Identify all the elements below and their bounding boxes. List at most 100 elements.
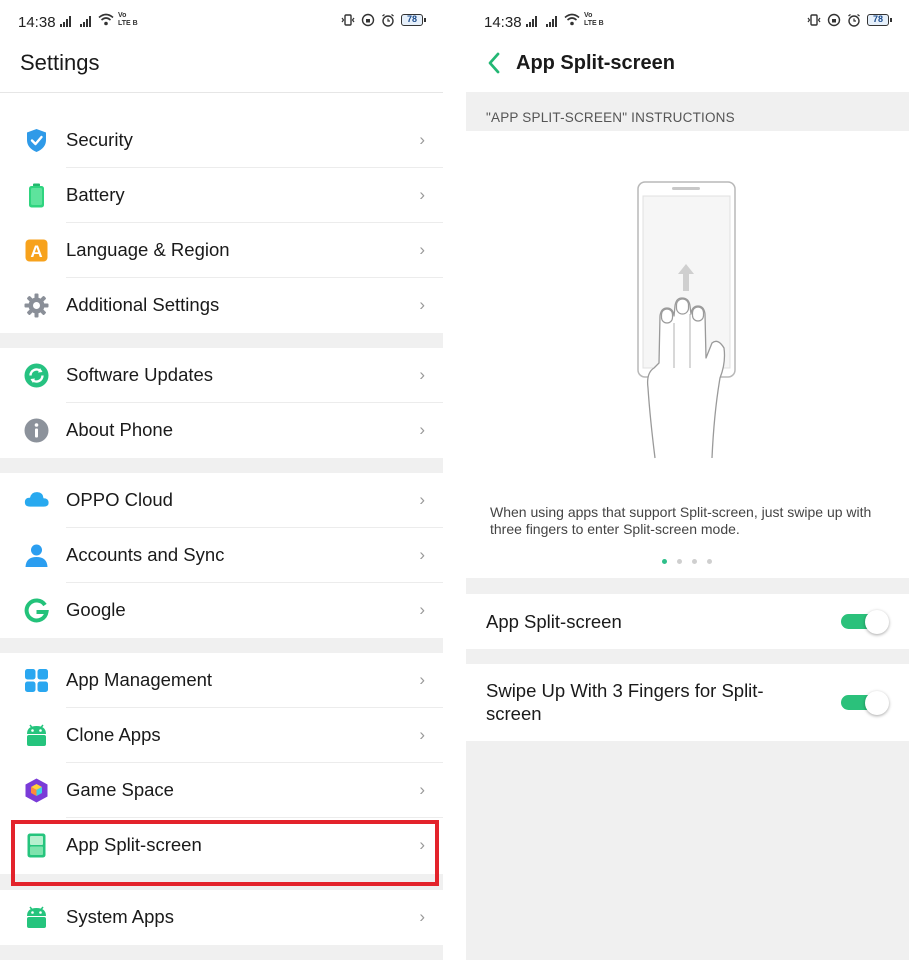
signal-icon	[60, 16, 71, 27]
three-finger-swipe-toggle[interactable]	[841, 691, 889, 715]
group-divider	[0, 333, 443, 348]
settings-item-accounts-sync[interactable]: Accounts and Sync ›	[0, 528, 443, 583]
settings-item-label: About Phone	[66, 419, 173, 440]
status-time: 14:38	[18, 14, 56, 31]
lock-rotation-icon	[827, 13, 841, 27]
back-arrow-icon[interactable]	[484, 50, 506, 76]
group-divider	[0, 638, 443, 653]
info-icon	[24, 418, 49, 443]
vibrate-icon	[341, 14, 355, 26]
chevron-right-icon: ›	[419, 185, 425, 204]
android-icon	[27, 724, 46, 746]
section-label: "APP SPLIT-SCREEN" INSTRUCTIONS	[486, 110, 735, 125]
shield-icon	[27, 129, 46, 152]
settings-item-app-management[interactable]: App Management ›	[0, 653, 443, 708]
toggle-knob	[865, 691, 889, 715]
settings-item-label: Clone Apps	[66, 724, 161, 745]
status-icons-right: 78	[341, 13, 426, 27]
cloud-icon	[24, 492, 49, 507]
group-divider	[0, 945, 443, 960]
update-icon	[24, 363, 49, 388]
chevron-right-icon: ›	[419, 907, 425, 926]
status-bar: 14:38 Vo LTE B 78	[0, 0, 443, 44]
person-icon	[25, 544, 48, 567]
settings-item-label: System Apps	[66, 906, 174, 927]
chevron-right-icon: ›	[419, 490, 425, 509]
alarm-icon	[382, 13, 394, 27]
settings-item-label: OPPO Cloud	[66, 489, 173, 510]
android-icon	[27, 906, 46, 928]
page-dot-4[interactable]	[707, 559, 712, 564]
settings-item-clone-apps[interactable]: Clone Apps ›	[0, 708, 443, 763]
settings-item-label: Game Space	[66, 779, 174, 800]
vibrate-icon	[807, 14, 821, 26]
signal-icon-2	[80, 16, 91, 27]
game-icon	[25, 778, 48, 803]
settings-item-security[interactable]: Security ›	[0, 113, 443, 168]
chevron-right-icon: ›	[419, 780, 425, 799]
svg-text:A: A	[30, 242, 42, 261]
settings-item-label: Additional Settings	[66, 294, 220, 315]
grid-icon	[25, 669, 48, 692]
settings-item-label: Accounts and Sync	[66, 544, 225, 565]
page-title: Settings	[20, 50, 100, 75]
status-time: 14:38	[484, 14, 522, 31]
chevron-right-icon: ›	[419, 295, 425, 314]
page-indicator	[662, 559, 712, 564]
settings-item-google[interactable]: Google ›	[0, 583, 443, 638]
page-dot-3[interactable]	[692, 559, 697, 564]
page-dot-2[interactable]	[677, 559, 682, 564]
toggle-knob	[865, 610, 889, 634]
settings-item-language-region[interactable]: A Language & Region ›	[0, 223, 443, 278]
settings-item-label: Battery	[66, 184, 125, 205]
group-divider	[466, 578, 909, 594]
setting-label: App Split-screen	[486, 611, 622, 632]
group-divider	[466, 649, 909, 664]
battery-icon	[29, 183, 44, 208]
battery-indicator: 78	[401, 14, 426, 26]
settings-item-game-space[interactable]: Game Space ›	[0, 763, 443, 818]
battery-indicator: 78	[867, 14, 892, 26]
settings-item-system-apps[interactable]: System Apps ›	[0, 890, 443, 945]
settings-item-additional-settings[interactable]: Additional Settings ›	[0, 278, 443, 333]
chevron-right-icon: ›	[419, 420, 425, 439]
settings-item-label: Software Updates	[66, 364, 214, 385]
app-split-screen-toggle[interactable]	[841, 610, 889, 634]
volte-indicator: Vo LTE B	[584, 12, 604, 27]
chevron-right-icon: ›	[419, 545, 425, 564]
google-icon	[24, 598, 49, 623]
chevron-right-icon: ›	[419, 670, 425, 689]
settings-item-label: Google	[66, 599, 126, 620]
settings-item-label: Security	[66, 129, 133, 150]
wifi-icon	[98, 13, 114, 29]
page-title: App Split-screen	[516, 52, 675, 74]
language-icon: A	[25, 239, 48, 262]
settings-item-oppo-cloud[interactable]: OPPO Cloud ›	[0, 473, 443, 528]
settings-item-software-updates[interactable]: Software Updates ›	[0, 348, 443, 403]
status-bar: 14:38 Vo LTE B 78	[466, 0, 909, 44]
alarm-icon	[848, 13, 860, 27]
chevron-right-icon: ›	[419, 725, 425, 744]
settings-item-label: App Management	[66, 669, 213, 690]
chevron-right-icon: ›	[419, 130, 425, 149]
setting-row-three-finger-swipe[interactable]: Swipe Up With 3 Fingers for Split-screen	[466, 664, 909, 741]
empty-background	[466, 741, 909, 960]
status-icons-right: 78	[807, 13, 892, 27]
settings-item-label: Language & Region	[66, 239, 230, 260]
highlight-box	[11, 820, 439, 886]
chevron-right-icon: ›	[419, 240, 425, 259]
settings-item-about-phone[interactable]: About Phone ›	[0, 403, 443, 458]
wifi-icon	[564, 13, 580, 29]
chevron-right-icon: ›	[419, 600, 425, 619]
three-finger-swipe-illustration	[637, 181, 736, 459]
setting-label: Swipe Up With 3 Fingers for Split-screen	[486, 680, 764, 724]
setting-row-app-split-screen[interactable]: App Split-screen	[466, 594, 909, 649]
section-header: "APP SPLIT-SCREEN" INSTRUCTIONS	[466, 92, 909, 131]
lock-rotation-icon	[361, 13, 375, 27]
page-dot-1[interactable]	[662, 559, 667, 564]
signal-icon	[526, 16, 537, 27]
app-split-screen-screen: 14:38 Vo LTE B 78 App Split-screen "APP S…	[466, 0, 909, 960]
instruction-text: When using apps that support Split-scree…	[490, 504, 872, 537]
spacer	[0, 93, 443, 113]
settings-item-battery[interactable]: Battery ›	[0, 168, 443, 223]
